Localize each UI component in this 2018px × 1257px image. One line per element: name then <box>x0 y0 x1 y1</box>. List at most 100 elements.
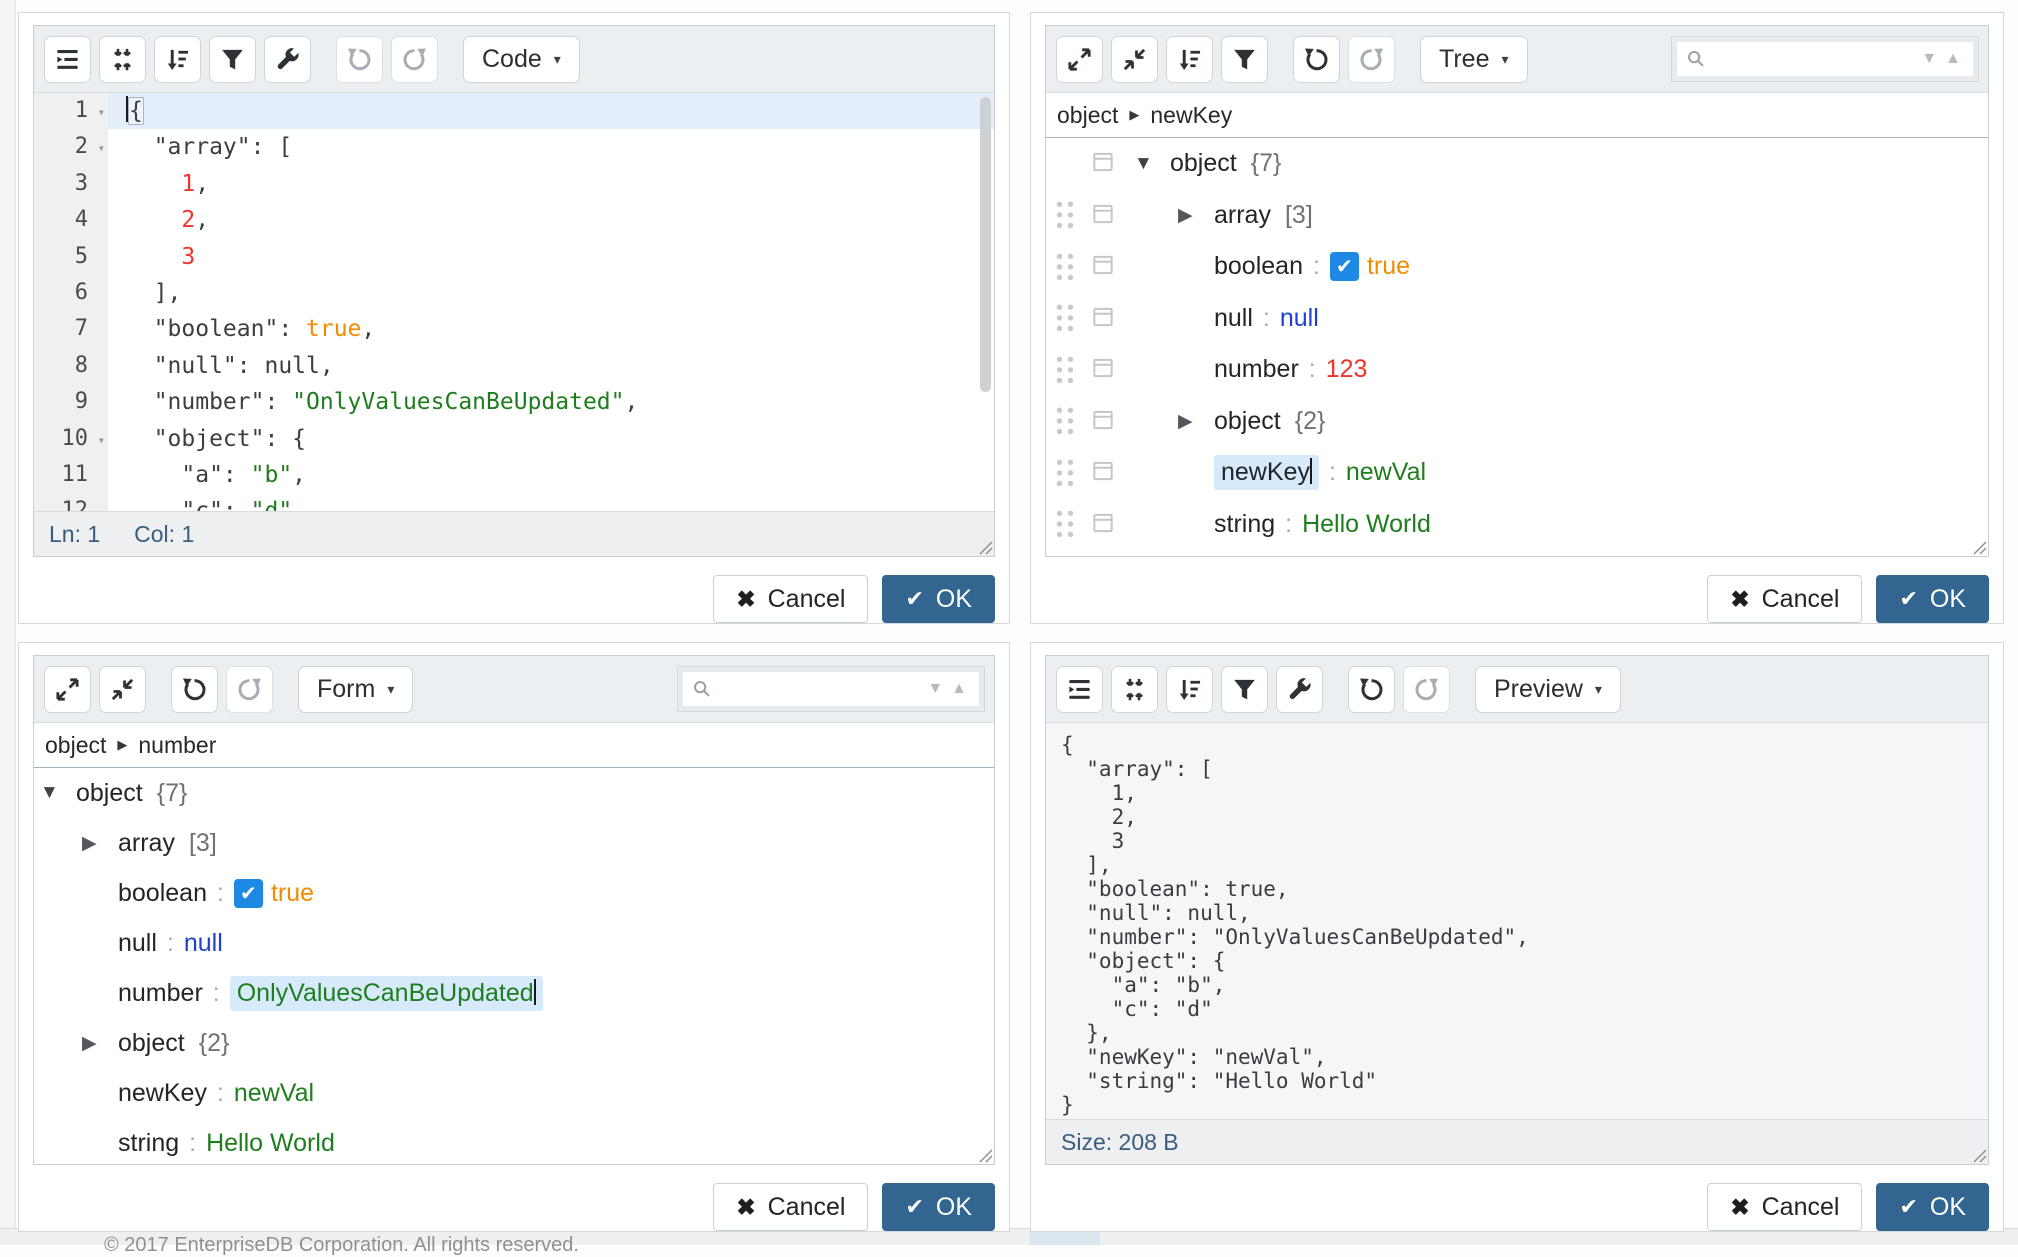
field-value[interactable]: Hello World <box>206 1129 335 1158</box>
redo-button[interactable] <box>1403 666 1450 713</box>
field-name[interactable]: newKey <box>1214 455 1319 490</box>
search-previous-icon[interactable]: ▲ <box>1941 51 1965 67</box>
code-line[interactable]: ], <box>108 275 994 311</box>
cancel-button[interactable]: ✖Cancel <box>1707 1183 1862 1231</box>
field-name[interactable]: null <box>118 929 157 958</box>
search-previous-icon[interactable]: ▲ <box>947 681 971 697</box>
cancel-button[interactable]: ✖Cancel <box>713 1183 868 1231</box>
repair-button[interactable] <box>1276 666 1323 713</box>
expand-toggle-icon[interactable]: ▶ <box>82 832 118 855</box>
code-line[interactable]: 1, <box>108 166 994 202</box>
collapse-button[interactable] <box>99 666 146 713</box>
search-next-icon[interactable]: ▼ <box>923 681 947 697</box>
undo-button[interactable] <box>1348 666 1395 713</box>
mode-selector-button[interactable]: Preview▾ <box>1475 666 1621 713</box>
filter-button[interactable] <box>209 36 256 83</box>
row-actions-button[interactable] <box>1086 401 1120 441</box>
drag-handle[interactable] <box>1054 508 1076 540</box>
collapse-toggle-icon[interactable]: ▼ <box>40 782 76 804</box>
ok-button[interactable]: ✔OK <box>882 575 995 623</box>
search-next-icon[interactable]: ▼ <box>1917 51 1941 67</box>
field-name[interactable]: object <box>1214 407 1281 436</box>
expand-toggle-icon[interactable]: ▶ <box>1178 410 1214 433</box>
drag-handle[interactable] <box>1054 354 1076 386</box>
field-name[interactable]: number <box>118 979 203 1008</box>
expand-button[interactable] <box>1056 36 1103 83</box>
field-value[interactable]: null <box>184 929 223 958</box>
row-actions-button[interactable] <box>1086 195 1120 235</box>
field-value[interactable]: OnlyValuesCanBeUpdated <box>230 976 543 1011</box>
field-name[interactable]: boolean <box>1214 252 1303 281</box>
drag-handle[interactable] <box>1054 251 1076 283</box>
code-lines[interactable]: { "array": [ 1, 2, 3 ], "boolean": true,… <box>108 93 994 511</box>
expand-toggle-icon[interactable]: ▶ <box>1178 204 1214 227</box>
code-line[interactable]: "number": "OnlyValuesCanBeUpdated", <box>108 384 994 420</box>
breadcrumb-item[interactable]: object <box>1057 102 1118 129</box>
code-line[interactable]: { <box>108 93 994 129</box>
collapse-toggle-icon[interactable]: ▼ <box>1134 153 1170 175</box>
cancel-button[interactable]: ✖Cancel <box>1707 575 1862 623</box>
drag-handle[interactable] <box>1054 457 1076 489</box>
boolean-checkbox[interactable]: ✔ <box>234 879 263 908</box>
row-actions-button[interactable] <box>1086 247 1120 287</box>
field-name[interactable]: array <box>118 829 175 858</box>
row-actions-button[interactable] <box>1086 504 1120 544</box>
filter-button[interactable] <box>1221 666 1268 713</box>
field-name[interactable]: object <box>76 779 143 808</box>
mode-selector-button[interactable]: Form▾ <box>298 666 413 713</box>
ok-button[interactable]: ✔OK <box>882 1183 995 1231</box>
code-line[interactable]: "object": { <box>108 421 994 457</box>
code-line[interactable]: "array": [ <box>108 129 994 165</box>
field-name[interactable]: array <box>1214 201 1271 230</box>
fold-toggle-icon[interactable]: ▾ <box>98 422 105 458</box>
resize-grip[interactable] <box>1967 1143 1987 1163</box>
filter-button[interactable] <box>1221 36 1268 83</box>
redo-button[interactable] <box>391 36 438 83</box>
sort-button[interactable] <box>154 36 201 83</box>
field-name[interactable]: string <box>118 1129 179 1158</box>
resize-grip[interactable] <box>973 535 993 555</box>
ok-button[interactable]: ✔OK <box>1876 575 1989 623</box>
redo-button[interactable] <box>1348 36 1395 83</box>
field-value[interactable]: true <box>1367 252 1410 281</box>
drag-handle[interactable] <box>1054 405 1076 437</box>
resize-grip[interactable] <box>973 1143 993 1163</box>
ok-button[interactable]: ✔OK <box>1876 1183 1989 1231</box>
code-line[interactable]: "c": "d" <box>108 493 994 511</box>
search-input[interactable] <box>1707 47 1917 72</box>
format-button[interactable] <box>1056 666 1103 713</box>
field-name[interactable]: boolean <box>118 879 207 908</box>
breadcrumb-item[interactable]: object <box>45 732 106 759</box>
field-value[interactable]: true <box>271 879 314 908</box>
code-line[interactable]: 2, <box>108 202 994 238</box>
undo-button[interactable] <box>1293 36 1340 83</box>
row-actions-button[interactable] <box>1086 144 1120 184</box>
fold-toggle-icon[interactable]: ▾ <box>98 130 105 166</box>
resize-grip[interactable] <box>1967 535 1987 555</box>
undo-button[interactable] <box>336 36 383 83</box>
repair-button[interactable] <box>264 36 311 83</box>
undo-button[interactable] <box>171 666 218 713</box>
field-name[interactable]: number <box>1214 355 1299 384</box>
vertical-scrollbar-thumb[interactable] <box>980 97 991 392</box>
code-editor-area[interactable]: 1▾2▾345678910▾1112{ "array": [ 1, 2, 3 ]… <box>34 93 994 511</box>
field-name[interactable]: object <box>1170 149 1237 178</box>
drag-handle[interactable] <box>1054 199 1076 231</box>
field-value[interactable]: newVal <box>1346 458 1426 487</box>
code-line[interactable]: "boolean": true, <box>108 311 994 347</box>
drag-handle[interactable] <box>1054 302 1076 334</box>
breadcrumb-item[interactable]: number <box>138 732 216 759</box>
field-name[interactable]: newKey <box>118 1079 207 1108</box>
row-actions-button[interactable] <box>1086 298 1120 338</box>
mode-selector-button[interactable]: Code▾ <box>463 36 580 83</box>
format-button[interactable] <box>44 36 91 83</box>
redo-button[interactable] <box>226 666 273 713</box>
compact-button[interactable] <box>99 36 146 83</box>
collapse-button[interactable] <box>1111 36 1158 83</box>
field-name[interactable]: object <box>118 1029 185 1058</box>
cancel-button[interactable]: ✖Cancel <box>713 575 868 623</box>
breadcrumb-item[interactable]: newKey <box>1150 102 1232 129</box>
compact-button[interactable] <box>1111 666 1158 713</box>
expand-button[interactable] <box>44 666 91 713</box>
fold-toggle-icon[interactable]: ▾ <box>98 94 105 130</box>
